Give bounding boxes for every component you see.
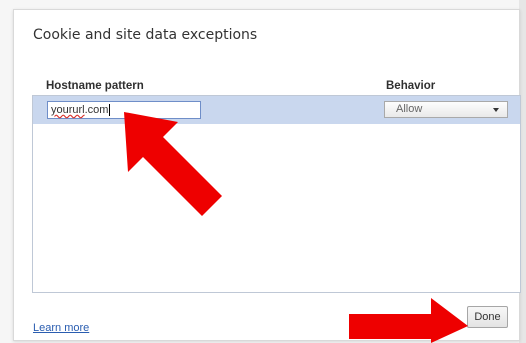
behavior-select[interactable]: Allow: [384, 101, 508, 118]
dialog-title: Cookie and site data exceptions: [33, 27, 258, 43]
learn-more-link[interactable]: Learn more: [33, 322, 89, 334]
done-button[interactable]: Done: [467, 306, 508, 328]
cookie-exceptions-dialog: Cookie and site data exceptions Hostname…: [13, 9, 521, 341]
column-header-hostname: Hostname pattern: [46, 80, 144, 92]
page-background: Cookie and site data exceptions Hostname…: [0, 0, 526, 343]
hostname-misspelled-text: yoururl: [51, 104, 85, 116]
exceptions-list[interactable]: yoururl.com Allow: [32, 95, 521, 293]
behavior-selected-value: Allow: [396, 103, 423, 115]
column-header-behavior: Behavior: [386, 80, 436, 92]
text-caret: [109, 104, 111, 117]
hostname-rest-text: .com: [84, 104, 109, 116]
hostname-pattern-input[interactable]: yoururl.com: [47, 101, 201, 119]
chevron-down-icon: [493, 108, 499, 112]
list-row-selected[interactable]: yoururl.com Allow: [33, 96, 520, 124]
